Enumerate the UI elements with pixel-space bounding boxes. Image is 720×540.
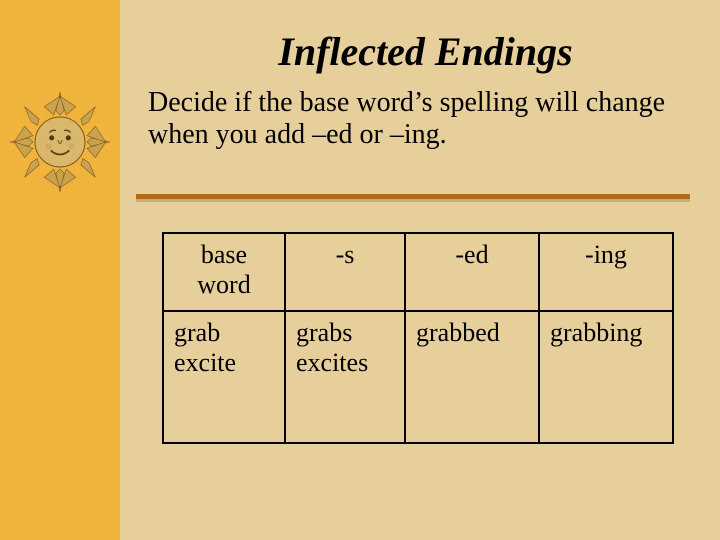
col-header-ed: -ed	[405, 233, 539, 311]
content-area: Inflected Endings Decide if the base wor…	[148, 10, 703, 151]
table-header-row: base word -s -ed -ing	[163, 233, 673, 311]
col-header-ing: -ing	[539, 233, 673, 311]
slide: Inflected Endings Decide if the base wor…	[0, 0, 720, 540]
col-header-s: -s	[285, 233, 405, 311]
cell-base: grabexcite	[163, 311, 285, 443]
table-row: grabexcite grabsexcites grabbed grabbing	[163, 311, 673, 443]
cell-s: grabsexcites	[285, 311, 405, 443]
sun-face-icon	[8, 90, 112, 194]
cell-ed: grabbed	[405, 311, 539, 443]
cell-ing: grabbing	[539, 311, 673, 443]
slide-body-text: Decide if the base word’s spelling will …	[148, 87, 703, 151]
inflection-table: base word -s -ed -ing grabexcite grabsex…	[162, 232, 672, 444]
accent-rule	[136, 194, 690, 202]
left-stripe	[0, 0, 120, 540]
col-header-base: base word	[163, 233, 285, 311]
slide-title: Inflected Endings	[148, 28, 703, 75]
